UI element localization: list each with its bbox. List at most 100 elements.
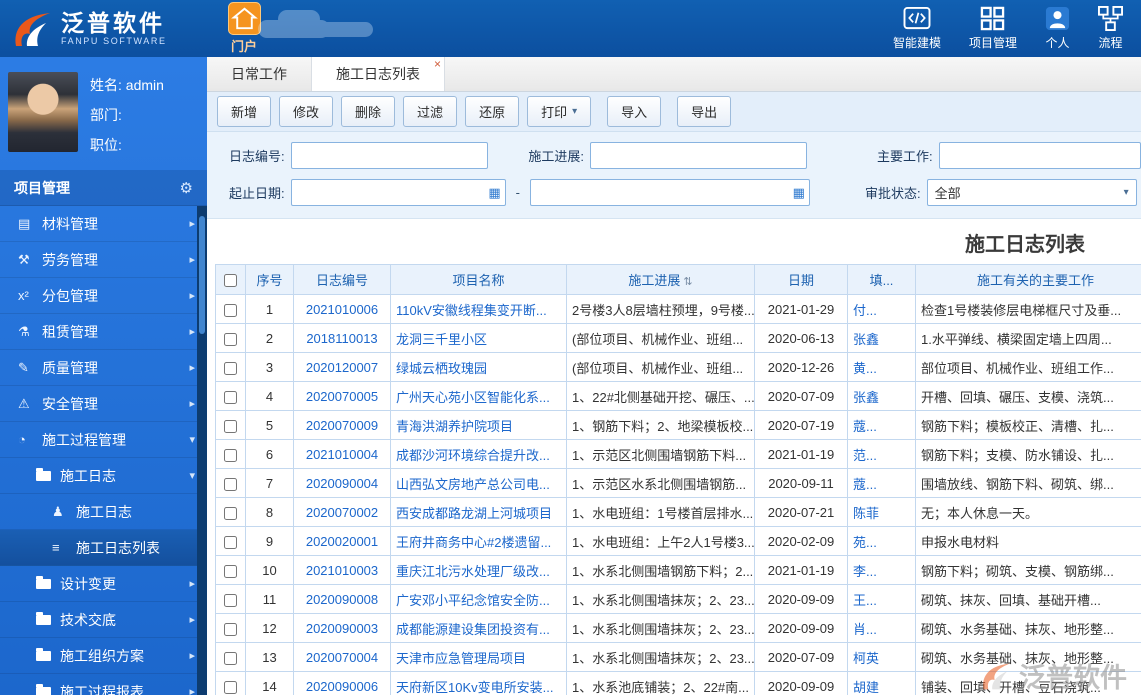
project-link[interactable]: 成都沙河环境综合提升改... (390, 439, 567, 469)
column-header-3[interactable]: 项目名称 (390, 264, 567, 295)
log-no-input[interactable] (290, 142, 489, 169)
column-header-1[interactable]: 序号 (245, 264, 294, 295)
project-link[interactable]: 110kV安徽线程集变开断... (390, 294, 567, 324)
project-link[interactable]: 广州天心苑小区智能化系... (390, 381, 567, 411)
end-date-input[interactable] (529, 179, 810, 206)
export-button[interactable]: 导出 (677, 96, 732, 127)
project-link[interactable]: 天府新区10Kv变电所安装... (390, 671, 567, 695)
column-header-7[interactable]: 施工有关的主要工作 (915, 264, 1141, 295)
tab-2[interactable]: 施工日志列表 × (312, 57, 445, 91)
row-checkbox[interactable] (224, 361, 237, 375)
sidebar-item-6[interactable]: ⚠ 安全管理 ▸ (0, 386, 207, 422)
table-row: 13 2020070004 天津市应急管理局项目 1、水系北侧围墙抹灰；2、23...… (215, 642, 1141, 672)
sidebar-item-7[interactable]: ◔ 施工过程管理 ▾ (0, 422, 207, 458)
sidebar-item-13[interactable]: 施工组织方案 ▸ (0, 638, 207, 674)
log-no-link[interactable]: 2020090004 (293, 468, 391, 498)
progress-input[interactable] (590, 142, 808, 169)
row-checkbox[interactable] (224, 419, 237, 433)
column-header-5[interactable]: 日期 (754, 264, 848, 295)
start-date-input[interactable] (290, 179, 506, 206)
list-content: 施工日志列表 序号 日志编号 项目名称 施工进展 ⇅ 日期 填... 施工有关的主要工作 12… (207, 219, 1141, 695)
sort-icon[interactable]: ⇅ (683, 276, 692, 288)
log-no-link[interactable]: 2021010006 (293, 294, 391, 324)
log-no-link[interactable]: 2020090003 (293, 613, 391, 643)
log-no-link[interactable]: 2020090008 (293, 584, 391, 614)
main-work-input[interactable] (938, 142, 1141, 169)
project-link[interactable]: 山西弘文房地产总公司电... (390, 468, 567, 498)
gear-icon[interactable]: ⚙ (180, 179, 193, 197)
log-no-link[interactable]: 2020070009 (293, 410, 391, 440)
sidebar-scrollbar[interactable] (197, 206, 207, 695)
delete-button[interactable]: 删除 (341, 96, 396, 127)
sidebar-item-8[interactable]: 施工日志 ▾ (0, 458, 207, 494)
nav-item-workflow[interactable]: 流程 (1098, 6, 1123, 51)
row-checkbox[interactable] (224, 651, 237, 665)
log-no-link[interactable]: 2018110013 (293, 323, 391, 353)
nav-item-smart-modeling[interactable]: 智能建模 (893, 6, 941, 51)
calendar-icon[interactable]: ▦ (488, 185, 500, 201)
writer-cell: 肖... (847, 613, 916, 643)
row-no-cell: 2 (245, 323, 294, 353)
project-link[interactable]: 绿城云栖玫瑰园 (390, 352, 567, 382)
sidebar-item-5[interactable]: ✎ 质量管理 ▸ (0, 350, 207, 386)
sidebar-item-3[interactable]: x² 分包管理 ▸ (0, 278, 207, 314)
edit-button[interactable]: 修改 (279, 96, 334, 127)
row-checkbox[interactable] (224, 332, 237, 346)
sidebar-item-12[interactable]: 技术交底 ▸ (0, 602, 207, 638)
project-link[interactable]: 西安成都路龙湖上河城项目 (390, 497, 567, 527)
project-link[interactable]: 重庆江北污水处理厂级改... (390, 555, 567, 585)
log-no-link[interactable]: 2020020001 (293, 526, 391, 556)
project-link[interactable]: 龙洞三千里小区 (390, 323, 567, 353)
row-checkbox[interactable] (224, 680, 237, 694)
sidebar-scrollbar-thumb[interactable] (199, 216, 205, 334)
log-no-link[interactable]: 2021010004 (293, 439, 391, 469)
row-checkbox[interactable] (224, 593, 237, 607)
row-checkbox[interactable] (224, 535, 237, 549)
log-no-link[interactable]: 2020120007 (293, 352, 391, 382)
row-checkbox[interactable] (224, 506, 237, 520)
project-link[interactable]: 青海洪湖养护院项目 (390, 410, 567, 440)
log-no-link[interactable]: 2020070004 (293, 642, 391, 672)
sidebar-item-1[interactable]: ▤ 材料管理 ▸ (0, 206, 207, 242)
row-checkbox[interactable] (224, 477, 237, 491)
column-header-4[interactable]: 施工进展 ⇅ (566, 264, 755, 295)
tab-close-icon[interactable]: × (434, 58, 441, 70)
project-link[interactable]: 天津市应急管理局项目 (390, 642, 567, 672)
writer-cell: 蔻... (847, 410, 916, 440)
table-row: 1 2021010006 110kV安徽线程集变开断... 2号楼3人8层墙柱预埋，9… (215, 294, 1141, 324)
log-no-link[interactable]: 2021010003 (293, 555, 391, 585)
project-link[interactable]: 广安邓小平纪念馆安全防... (390, 584, 567, 614)
calendar-icon[interactable]: ▦ (793, 185, 805, 201)
import-button[interactable]: 导入 (607, 96, 662, 127)
row-checkbox[interactable] (224, 390, 237, 404)
sidebar-item-10[interactable]: ≡ 施工日志列表 (0, 530, 207, 566)
progress-cell: 1、水电班组：1号楼首层排水... (566, 497, 755, 527)
log-no-link[interactable]: 2020090006 (293, 671, 391, 695)
log-no-link[interactable]: 2020070002 (293, 497, 391, 527)
column-header-6[interactable]: 填... (847, 264, 916, 295)
tab-1[interactable]: 日常工作 (207, 57, 312, 91)
nav-item-personal[interactable]: 个人 (1045, 6, 1070, 51)
reset-button[interactable]: 还原 (465, 96, 520, 127)
project-link[interactable]: 王府井商务中心#2楼遗留... (390, 526, 567, 556)
sidebar-item-9[interactable]: ♟ 施工日志 (0, 494, 207, 530)
row-checkbox[interactable] (224, 622, 237, 636)
portal-button[interactable]: 门户 (213, 2, 275, 55)
filter-button[interactable]: 过滤 (403, 96, 458, 127)
sidebar-item-2[interactable]: ⚒ 劳务管理 ▸ (0, 242, 207, 278)
project-link[interactable]: 成都能源建设集团投资有... (390, 613, 567, 643)
log-list-table: 序号 日志编号 项目名称 施工进展 ⇅ 日期 填... 施工有关的主要工作 1 20210100… (215, 264, 1141, 695)
row-checkbox[interactable] (224, 303, 237, 317)
add-button[interactable]: 新增 (217, 96, 272, 127)
select-all-checkbox[interactable] (224, 274, 237, 288)
log-no-link[interactable]: 2020070005 (293, 381, 391, 411)
approval-status-select[interactable]: 全部 ▾ (926, 179, 1137, 206)
row-checkbox[interactable] (224, 448, 237, 462)
sidebar-item-14[interactable]: 施工过程报表 ▸ (0, 674, 207, 695)
sidebar-item-4[interactable]: ⚗ 租赁管理 ▸ (0, 314, 207, 350)
print-button[interactable]: 打印 ▾ (527, 96, 592, 127)
column-header-2[interactable]: 日志编号 (293, 264, 391, 295)
sidebar-item-11[interactable]: 设计变更 ▸ (0, 566, 207, 602)
row-checkbox[interactable] (224, 564, 237, 578)
nav-item-project-management[interactable]: 项目管理 (969, 6, 1017, 51)
